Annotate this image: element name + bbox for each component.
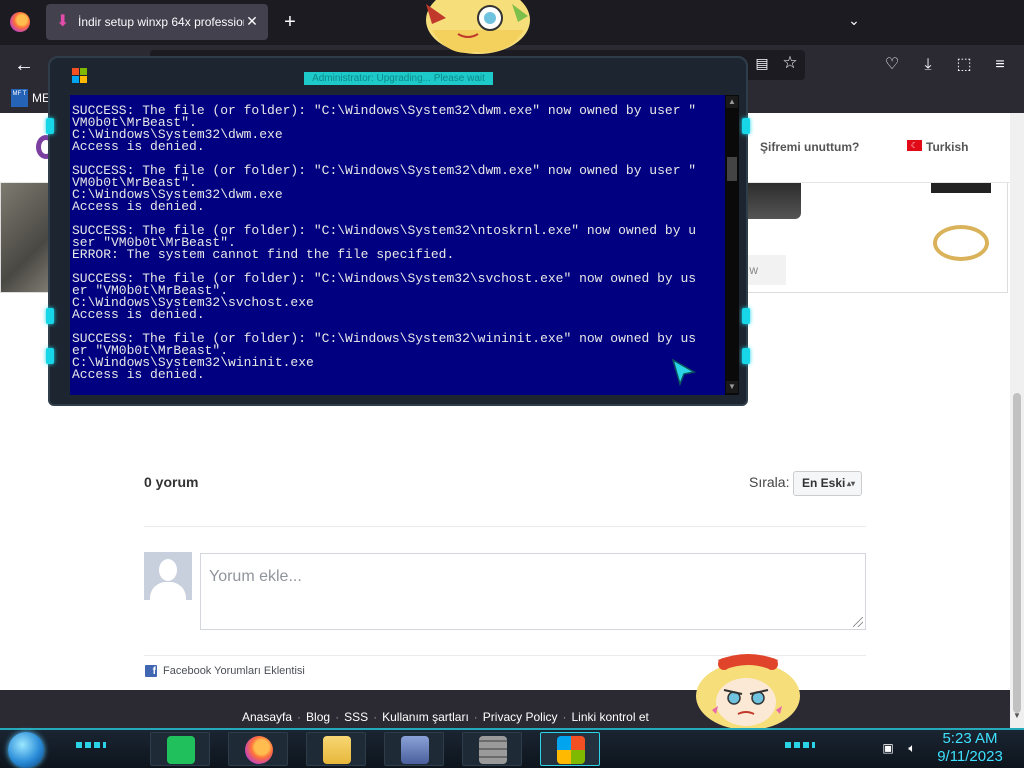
footer-link-privacy[interactable]: Privacy Policy: [483, 710, 558, 724]
footer-link-terms[interactable]: Kullanım şartları: [382, 710, 469, 724]
console-output: SUCCESS: The file (or folder): "C:\Windo…: [70, 95, 725, 395]
firewall-icon: [479, 736, 507, 764]
product-image-ring[interactable]: [933, 225, 989, 261]
taskbar-app-explorer[interactable]: [306, 732, 366, 766]
language-selector[interactable]: Turkish: [926, 140, 968, 154]
avatar: [144, 552, 192, 600]
product-image-jacket[interactable]: [741, 183, 801, 219]
footer-link-home[interactable]: Anasayfa: [242, 710, 292, 724]
taskbar-app-firewall[interactable]: [462, 732, 522, 766]
bookmark-favicon-icon: MF T: [11, 89, 28, 107]
clock-date: 9/11/2023: [937, 748, 1003, 765]
footer-link-check[interactable]: Linki kontrol et: [571, 710, 648, 724]
sort-select[interactable]: En Eski ▴▾: [793, 471, 862, 496]
firefox-logo-icon: [10, 12, 30, 32]
control-panel-icon: [401, 736, 429, 764]
taskbar-app-setup[interactable]: [540, 732, 600, 766]
console-titlebar[interactable]: Administrator: Upgrading... Please wait: [50, 58, 746, 92]
reader-view-icon[interactable]: ▤: [752, 55, 772, 75]
facebook-plugin-link[interactable]: Facebook Yorumları Eklentisi: [163, 665, 305, 677]
firefox-icon: [245, 736, 273, 764]
download-favicon-icon: ⬇: [56, 13, 70, 30]
list-all-tabs-button[interactable]: ⌄: [845, 12, 863, 30]
product-image-coat[interactable]: [931, 183, 991, 193]
console-line: Access is denied.: [72, 139, 205, 154]
mascot-character-image: [426, 0, 530, 54]
console-line: Access is denied.: [72, 199, 205, 214]
windows-logo-red: [72, 68, 79, 75]
console-line: Access is denied.: [72, 367, 205, 382]
divider: [144, 526, 866, 527]
footer-link-faq[interactable]: SSS: [344, 710, 368, 724]
frame-led: [742, 348, 750, 364]
frame-led: [742, 308, 750, 324]
scroll-down-arrow-icon[interactable]: ▼: [1011, 711, 1023, 723]
taskbar-app-notes[interactable]: [150, 732, 210, 766]
page-scrollbar-thumb[interactable]: [1013, 393, 1021, 713]
hamburger-menu-icon[interactable]: ≡: [989, 54, 1011, 76]
footer-separator: ·: [297, 710, 302, 724]
footer-link-blog[interactable]: Blog: [306, 710, 330, 724]
tab-title: İndir setup winxp 64x professional: [78, 15, 244, 29]
notes-app-icon: [167, 736, 195, 764]
tab-close-icon[interactable]: ✕: [244, 13, 260, 29]
taskbar-led: [785, 742, 815, 748]
bookmark-star-icon[interactable]: ☆: [780, 53, 800, 75]
browser-tab[interactable]: ⬇ İndir setup winxp 64x professional ✕: [46, 4, 268, 40]
back-arrow-icon[interactable]: ←: [12, 54, 36, 76]
taskbar-app-control-panel[interactable]: [384, 732, 444, 766]
resize-grip-icon[interactable]: [853, 617, 863, 627]
mouse-cursor-icon: [671, 358, 697, 386]
scroll-up-arrow-icon[interactable]: ▲: [726, 96, 738, 108]
system-clock[interactable]: 5:23 AM 9/11/2023: [930, 730, 1010, 768]
windows-logo-yellow: [80, 76, 87, 83]
taskbar-led: [76, 742, 106, 748]
taskbar: ▣ 🔈︎ 5:23 AM 9/11/2023: [0, 728, 1024, 768]
avatar-head: [159, 559, 177, 581]
console-title: Administrator: Upgrading... Please wait: [304, 72, 493, 85]
console-window[interactable]: Administrator: Upgrading... Please wait …: [46, 56, 750, 406]
comments-count: 0 yorum: [144, 474, 199, 490]
comment-input[interactable]: Yorum ekle...: [200, 553, 866, 630]
start-button[interactable]: [8, 732, 44, 768]
windows-logo-blue: [72, 76, 79, 83]
new-tab-button[interactable]: +: [280, 12, 300, 32]
network-tray-icon[interactable]: ▣: [880, 741, 896, 755]
console-line: Access is denied.: [72, 307, 205, 322]
footer-links: Anasayfa · Blog · SSS · Kullanım şartları · Priv…: [242, 710, 649, 724]
footer-separator: ·: [335, 710, 340, 724]
scroll-down-arrow-icon[interactable]: ▼: [726, 381, 738, 393]
taskbar-app-firefox[interactable]: [228, 732, 288, 766]
volume-tray-icon[interactable]: 🔈︎: [904, 741, 920, 755]
pocket-icon[interactable]: ♡: [881, 54, 903, 76]
select-caret-icon: ▴▾: [846, 479, 855, 488]
footer-separator: ·: [373, 710, 378, 724]
file-explorer-icon: [323, 736, 351, 764]
page-scrollbar[interactable]: ▼: [1010, 113, 1024, 728]
turkey-flag-icon: ☾: [907, 140, 922, 151]
footer-separator: ·: [562, 710, 567, 724]
forgot-password-link[interactable]: Şifremi unuttum?: [760, 140, 859, 154]
windows-logo-green: [80, 68, 87, 75]
frame-led: [742, 118, 750, 134]
avatar-body: [150, 582, 186, 600]
facebook-icon: f: [145, 665, 157, 677]
downloads-icon[interactable]: ⤓: [917, 54, 939, 76]
frame-led: [46, 348, 54, 364]
sort-label: Sırala:: [749, 474, 790, 490]
site-footer: Anasayfa · Blog · SSS · Kullanım şartları · Priv…: [0, 690, 1010, 728]
windows-xp-setup-icon: [557, 736, 585, 764]
footer-separator: ·: [473, 710, 478, 724]
clock-time: 5:23 AM: [942, 730, 998, 747]
console-scrollbar-thumb[interactable]: [727, 157, 737, 181]
windows-logo-icon: [72, 68, 88, 84]
extensions-icon[interactable]: ⬚: [953, 54, 975, 76]
console-scrollbar[interactable]: ▲ ▼: [725, 95, 739, 395]
frame-led: [46, 308, 54, 324]
sort-select-value: En Eski: [802, 476, 846, 490]
frame-led: [46, 118, 54, 134]
comment-placeholder: Yorum ekle...: [209, 568, 302, 585]
console-line: ERROR: The system cannot find the file s…: [72, 247, 455, 262]
mascot-character-image: [696, 654, 800, 730]
